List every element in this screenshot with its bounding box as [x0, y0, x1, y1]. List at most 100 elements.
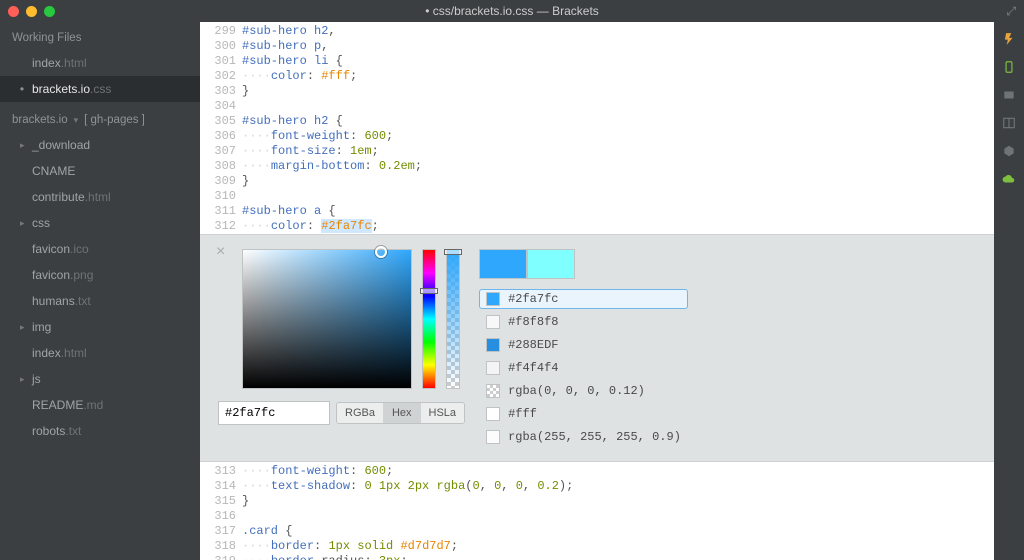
file-ext: .ico — [70, 240, 89, 258]
color-value-input[interactable] — [218, 401, 330, 425]
working-file-item[interactable]: index.html — [0, 50, 200, 76]
file-ext: .txt — [65, 422, 81, 440]
gutter: 2993003013023033043053063073083093103113… — [200, 24, 242, 234]
disclosure-icon: ▸ — [20, 318, 30, 336]
code-block-top[interactable]: 2993003013023033043053063073083093103113… — [200, 22, 994, 234]
file-name: humans — [32, 292, 75, 310]
mode-hex-button[interactable]: Hex — [384, 403, 421, 423]
file-name: img — [32, 318, 51, 336]
mode-rgba-button[interactable]: RGBa — [337, 403, 384, 423]
working-files-list: index.html • brackets.io.css — [0, 50, 200, 102]
project-file-item[interactable]: favicon.ico — [0, 236, 200, 262]
file-name: favicon — [32, 266, 70, 284]
swatch-list: #2fa7fc #f8f8f8 #288EDF #f4f4f4 rgba(0, 0, 0… — [479, 289, 688, 447]
swatch-label: #fff — [508, 407, 537, 421]
close-icon[interactable]: × — [216, 243, 225, 261]
file-ext: .html — [85, 188, 111, 206]
sidebar: Working Files index.html•brackets.io.css… — [0, 22, 200, 560]
project-folder-item[interactable]: ▸_download — [0, 132, 200, 158]
code-lines[interactable]: #sub-hero h2, #sub-hero p, #sub-hero li … — [242, 24, 422, 234]
sv-cursor[interactable] — [375, 246, 387, 258]
project-folder-item[interactable]: ▸img — [0, 314, 200, 340]
code-lines[interactable]: ····font-weight: 600; ····text-shadow: 0… — [242, 464, 573, 560]
gutter: 313314315316317318319320321 — [200, 464, 242, 560]
project-file-item[interactable]: favicon.png — [0, 262, 200, 288]
file-ext: .md — [83, 396, 103, 414]
alpha-slider[interactable] — [446, 249, 460, 389]
project-file-item[interactable]: contribute.html — [0, 184, 200, 210]
swatch-row[interactable]: #f8f8f8 — [479, 312, 688, 332]
project-file-list: ▸_downloadCNAMEcontribute.html▸cssfavico… — [0, 132, 200, 444]
file-name: css — [32, 214, 50, 232]
hue-thumb[interactable] — [420, 288, 438, 294]
file-ext: .txt — [75, 292, 91, 310]
file-name: robots — [32, 422, 65, 440]
file-name: index — [32, 54, 61, 72]
disclosure-icon: ▸ — [20, 136, 30, 154]
swatch-row[interactable]: rgba(255, 255, 255, 0.9) — [479, 427, 688, 447]
file-ext: .html — [61, 344, 87, 362]
project-file-item[interactable]: index.html — [0, 340, 200, 366]
bolt-icon[interactable] — [1000, 32, 1018, 46]
mode-hsla-button[interactable]: HSLa — [421, 403, 465, 423]
cloud-icon[interactable] — [1000, 172, 1018, 186]
code-block-bottom[interactable]: 313314315316317318319320321 ····font-wei… — [200, 462, 994, 560]
inline-color-picker: × RGBa Hex HSLa — [200, 234, 994, 462]
saturation-value-field[interactable] — [242, 249, 412, 389]
file-name: README — [32, 396, 83, 414]
project-folder-item[interactable]: ▸js — [0, 366, 200, 392]
file-name: brackets.io — [32, 80, 90, 98]
swatch-row[interactable]: #2fa7fc — [479, 289, 688, 309]
swatch-row[interactable]: #f4f4f4 — [479, 358, 688, 378]
settings-icon[interactable] — [1000, 144, 1018, 158]
alpha-thumb[interactable] — [444, 249, 462, 255]
preview-current — [479, 249, 527, 279]
swatch-chip — [486, 315, 500, 329]
swatch-chip — [486, 361, 500, 375]
disclosure-icon: ▸ — [20, 214, 30, 232]
title-filename: css/brackets.io.css — [433, 4, 534, 18]
project-name: brackets.io — [12, 114, 68, 126]
hue-slider[interactable] — [422, 249, 436, 389]
swatch-chip — [486, 338, 500, 352]
swatch-label: #f4f4f4 — [508, 361, 558, 375]
file-name: contribute — [32, 188, 85, 206]
project-folder-item[interactable]: ▸css — [0, 210, 200, 236]
swatch-row[interactable]: #fff — [479, 404, 688, 424]
swatch-label: #f8f8f8 — [508, 315, 558, 329]
file-name: favicon — [32, 240, 70, 258]
swatch-row[interactable]: #288EDF — [479, 335, 688, 355]
swatch-row[interactable]: rgba(0, 0, 0, 0.12) — [479, 381, 688, 401]
dirty-dot-icon: • — [18, 80, 26, 98]
modified-indicator — [425, 4, 433, 18]
working-files-header: Working Files — [0, 22, 200, 50]
split-icon[interactable] — [1000, 116, 1018, 130]
project-file-item[interactable]: README.md — [0, 392, 200, 418]
project-file-item[interactable]: humans.txt — [0, 288, 200, 314]
file-name: js — [32, 370, 41, 388]
file-ext: .png — [70, 266, 93, 284]
project-file-item[interactable]: CNAME — [0, 158, 200, 184]
color-preview — [479, 249, 688, 279]
swatch-label: #288EDF — [508, 338, 558, 352]
swatch-chip — [486, 292, 500, 306]
swatch-label: rgba(0, 0, 0, 0.12) — [508, 384, 645, 398]
working-file-item[interactable]: • brackets.io.css — [0, 76, 200, 102]
extensions-icon[interactable] — [1000, 88, 1018, 102]
file-name: CNAME — [32, 162, 75, 180]
file-ext: .css — [90, 80, 111, 98]
disclosure-icon: ▸ — [20, 370, 30, 388]
chevron-down-icon — [74, 114, 79, 126]
file-name: _download — [32, 136, 90, 154]
window-title: css/brackets.io.css — Brackets — [0, 4, 1024, 18]
title-sep: — — [537, 4, 552, 18]
editor: 2993003013023033043053063073083093103113… — [200, 22, 994, 560]
project-file-item[interactable]: robots.txt — [0, 418, 200, 444]
project-branch: [ gh-pages ] — [84, 114, 145, 126]
swatch-chip — [486, 407, 500, 421]
title-app: Brackets — [552, 4, 599, 18]
swatch-label: rgba(255, 255, 255, 0.9) — [508, 430, 681, 444]
project-header[interactable]: brackets.io [ gh-pages ] — [0, 102, 200, 132]
color-mode-segmented: RGBa Hex HSLa — [336, 402, 465, 424]
device-icon[interactable] — [1000, 60, 1018, 74]
